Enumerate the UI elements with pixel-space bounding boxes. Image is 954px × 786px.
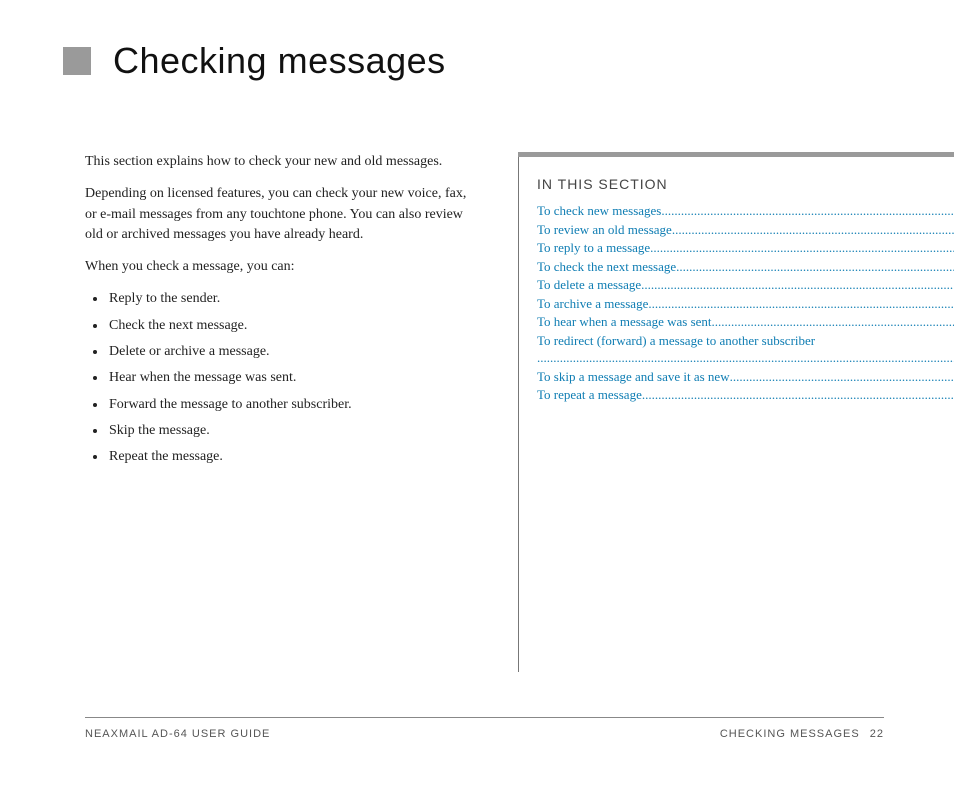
toc-label: To delete a message: [537, 276, 641, 294]
page-title: Checking messages: [113, 40, 446, 82]
intro-paragraph: Depending on licensed features, you can …: [85, 184, 480, 245]
toc-entry[interactable]: To reply to a message...................…: [537, 239, 954, 257]
document-page: Checking messages This section explains …: [0, 0, 954, 786]
capabilities-list: Reply to the sender. Check the next mess…: [85, 289, 480, 467]
intro-paragraph: When you check a message, you can:: [85, 257, 480, 277]
toc-entry[interactable]: To delete a message.....................…: [537, 276, 954, 294]
toc-entry[interactable]: To check the next message...............…: [537, 258, 954, 276]
square-bullet-icon: [63, 47, 91, 75]
toc-leader-line: To check the next message...............…: [537, 258, 954, 276]
accent-bar-icon: [518, 152, 954, 157]
page-footer: NEAXMAIL AD-64 USER GUIDE CHECKING MESSA…: [85, 717, 884, 740]
footer-chapter-page: CHECKING MESSAGES 22: [720, 728, 884, 740]
toc-entry[interactable]: To archive a message....................…: [537, 295, 954, 313]
list-item: Repeat the message.: [107, 447, 480, 467]
toc-leader-line: To repeat a message.....................…: [537, 386, 954, 404]
toc-entry[interactable]: To review an old message................…: [537, 221, 954, 239]
toc-dots: ........................................…: [641, 276, 954, 294]
footer-guide-name: NEAXMAIL AD-64 USER GUIDE: [85, 728, 270, 740]
toc-dots: ........................................…: [676, 258, 954, 276]
toc-list: To check new messages...................…: [537, 202, 954, 404]
toc-entry[interactable]: To redirect (forward) a message to anoth…: [537, 332, 954, 367]
list-item: Delete or archive a message.: [107, 342, 480, 362]
toc-dots: ........................................…: [712, 313, 954, 331]
toc-label: To hear when a message was sent: [537, 313, 712, 331]
toc-leader-line: ........................................…: [537, 349, 954, 367]
list-item: Hear when the message was sent.: [107, 368, 480, 388]
toc-dots: ........................................…: [672, 221, 954, 239]
toc-leader-line: To archive a message....................…: [537, 295, 954, 313]
page-title-row: Checking messages: [63, 40, 884, 82]
toc-leader-line: To review an old message................…: [537, 221, 954, 239]
toc-label: To archive a message: [537, 295, 648, 313]
toc-dots: ........................................…: [661, 202, 954, 220]
toc-label: To check the next message: [537, 258, 676, 276]
toc-dots: ........................................…: [648, 295, 954, 313]
in-this-section-panel: IN THIS SECTION To check new messages...…: [518, 152, 954, 672]
toc-dots: ........................................…: [537, 349, 954, 367]
content-columns: This section explains how to check your …: [85, 152, 884, 672]
toc-dots: ........................................…: [650, 239, 954, 257]
toc-label: To repeat a message: [537, 386, 642, 404]
list-item: Reply to the sender.: [107, 289, 480, 309]
toc-dots: ........................................…: [642, 386, 954, 404]
list-item: Check the next message.: [107, 316, 480, 336]
footer-chapter-label: CHECKING MESSAGES: [720, 728, 860, 740]
list-item: Forward the message to another subscribe…: [107, 395, 480, 415]
toc-leader-line: To hear when a message was sent.........…: [537, 313, 954, 331]
toc-label: To check new messages: [537, 202, 661, 220]
toc-label: To skip a message and save it as new: [537, 368, 730, 386]
body-text-column: This section explains how to check your …: [85, 152, 480, 474]
section-heading: IN THIS SECTION: [537, 176, 954, 192]
toc-leader-line: To reply to a message...................…: [537, 239, 954, 257]
intro-paragraph: This section explains how to check your …: [85, 152, 480, 172]
toc-entry[interactable]: To skip a message and save it as new....…: [537, 368, 954, 386]
toc-entry[interactable]: To repeat a message.....................…: [537, 386, 954, 404]
toc-leader-line: To skip a message and save it as new....…: [537, 368, 954, 386]
toc-label: To review an old message: [537, 221, 672, 239]
list-item: Skip the message.: [107, 421, 480, 441]
footer-page-number: 22: [870, 728, 884, 740]
toc-entry[interactable]: To check new messages...................…: [537, 202, 954, 220]
toc-dots: ........................................…: [730, 368, 954, 386]
toc-label: To redirect (forward) a message to anoth…: [537, 332, 954, 350]
toc-leader-line: To delete a message.....................…: [537, 276, 954, 294]
toc-leader-line: To check new messages...................…: [537, 202, 954, 220]
toc-entry[interactable]: To hear when a message was sent.........…: [537, 313, 954, 331]
toc-label: To reply to a message: [537, 239, 650, 257]
